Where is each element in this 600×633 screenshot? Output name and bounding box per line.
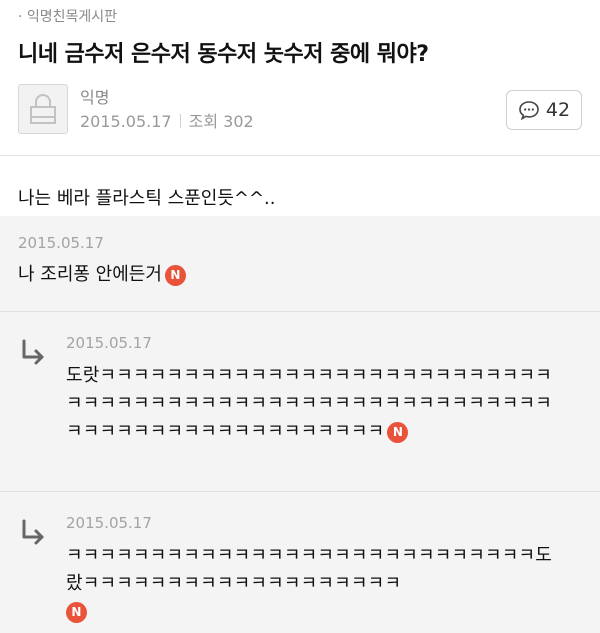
post-date: 2015.05.17 xyxy=(80,112,172,131)
post-body: 나는 베라 플라스틱 스푼인듯^^.. xyxy=(0,156,600,216)
reply-date: 2015.05.17 xyxy=(66,334,152,352)
reply-arrow-icon xyxy=(22,339,44,365)
reply-text: 도랏ㅋㅋㅋㅋㅋㅋㅋㅋㅋㅋㅋㅋㅋㅋㅋㅋㅋㅋㅋㅋㅋㅋㅋㅋㅋㅋㅋㅋㅋㅋㅋㅋㅋㅋㅋㅋㅋㅋ… xyxy=(66,365,553,442)
reply-date: 2015.05.17 xyxy=(66,514,152,532)
comment-count: 42 xyxy=(545,99,571,121)
reply-arrow-icon xyxy=(22,519,44,545)
comment-text-line: 나 조리퐁 안에든거 N xyxy=(18,262,582,288)
reply-text: ㅋㅋㅋㅋㅋㅋㅋㅋㅋㅋㅋㅋㅋㅋㅋㅋㅋㅋㅋㅋㅋㅋㅋㅋㅋㅋㅋㅋ도랐ㅋㅋㅋㅋㅋㅋㅋㅋㅋㅋ… xyxy=(66,545,553,594)
view-count: 조회 302 xyxy=(188,112,254,131)
lock-icon xyxy=(30,94,56,124)
post-date-line: 2015.05.17 조회 302 xyxy=(80,108,254,132)
board-name[interactable]: · 익명친목게시판 xyxy=(18,6,582,28)
post-header: · 익명친목게시판 니네 금수저 은수저 동수저 놋수저 중에 뭐야? 익명 2… xyxy=(0,0,600,155)
comment-date: 2015.05.17 xyxy=(18,234,104,252)
reply-text-line: ㅋㅋㅋㅋㅋㅋㅋㅋㅋㅋㅋㅋㅋㅋㅋㅋㅋㅋㅋㅋㅋㅋㅋㅋㅋㅋㅋㅋ도랐ㅋㅋㅋㅋㅋㅋㅋㅋㅋㅋ… xyxy=(66,542,554,626)
comment-count-button[interactable]: 42 xyxy=(506,90,582,130)
post-title: 니네 금수저 은수저 동수저 놋수저 중에 뭐야? xyxy=(18,42,429,67)
comment-list: 2015.05.17 나 조리퐁 안에든거 N 2015.05.17 도랏ㅋㅋㅋㅋ… xyxy=(0,216,600,633)
divider xyxy=(179,114,181,128)
reply-text-line: 도랏ㅋㅋㅋㅋㅋㅋㅋㅋㅋㅋㅋㅋㅋㅋㅋㅋㅋㅋㅋㅋㅋㅋㅋㅋㅋㅋㅋㅋㅋㅋㅋㅋㅋㅋㅋㅋㅋㅋ… xyxy=(66,362,554,446)
post-meta: 익명 2015.05.17 조회 302 42 xyxy=(18,84,582,136)
post-page: · 익명친목게시판 니네 금수저 은수저 동수저 놋수저 중에 뭐야? 익명 2… xyxy=(0,0,600,633)
new-badge: N xyxy=(387,421,409,443)
avatar xyxy=(18,84,68,134)
new-badge: N xyxy=(66,601,87,623)
reply-item: 2015.05.17 ㅋㅋㅋㅋㅋㅋㅋㅋㅋㅋㅋㅋㅋㅋㅋㅋㅋㅋㅋㅋㅋㅋㅋㅋㅋㅋㅋㅋ도… xyxy=(0,492,600,633)
author-name: 익명 xyxy=(80,88,110,107)
new-badge: N xyxy=(164,264,186,286)
speech-bubble-icon xyxy=(519,101,539,121)
reply-item: 2015.05.17 도랏ㅋㅋㅋㅋㅋㅋㅋㅋㅋㅋㅋㅋㅋㅋㅋㅋㅋㅋㅋㅋㅋㅋㅋㅋㅋㅋㅋ… xyxy=(0,312,600,492)
comment-item: 2015.05.17 나 조리퐁 안에든거 N xyxy=(0,216,600,312)
comment-text: 나 조리퐁 안에든거 xyxy=(18,264,162,285)
